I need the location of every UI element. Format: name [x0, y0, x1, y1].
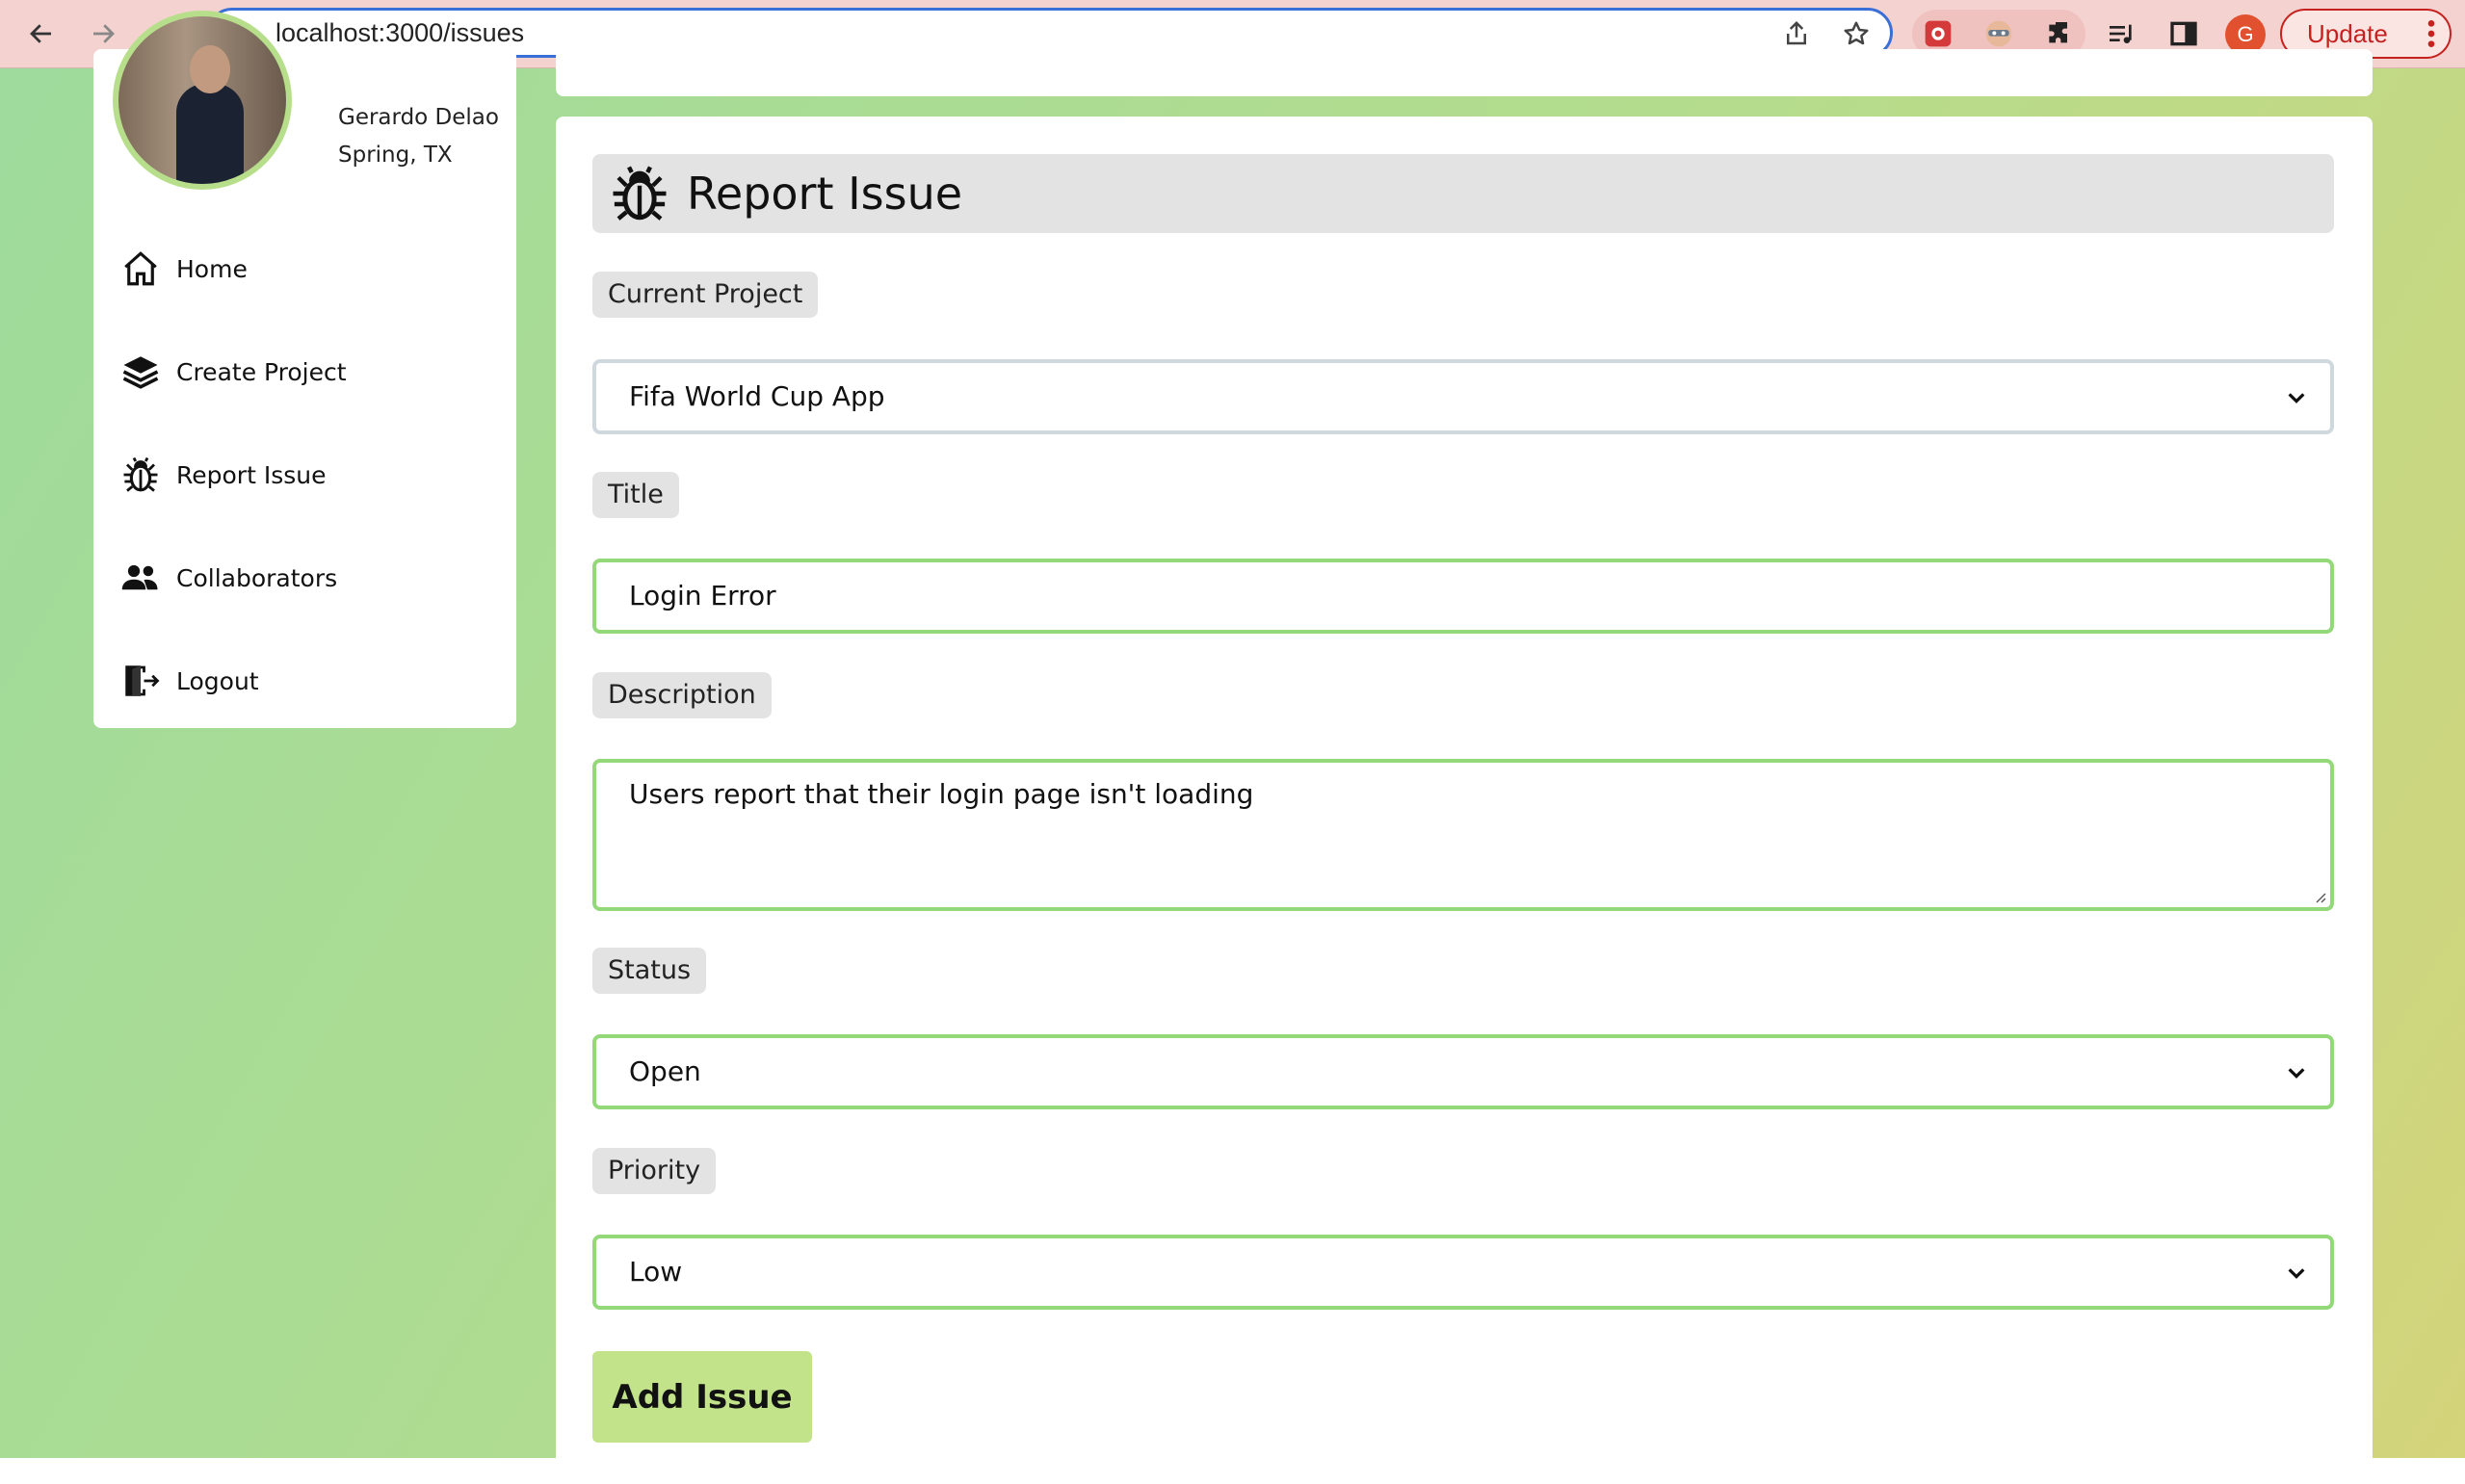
chevron-down-icon — [2288, 393, 2305, 404]
bug-icon — [613, 166, 667, 221]
people-icon — [121, 564, 158, 590]
sidebar-item-label: Home — [176, 254, 248, 283]
sidebar-item-label: Create Project — [176, 357, 347, 386]
status-select-value: Open — [629, 1055, 701, 1087]
sidebar-item-home[interactable]: Home — [120, 245, 248, 293]
report-issue-form: Report Issue Current Project Fifa World … — [556, 117, 2373, 1484]
chevron-down-icon — [2288, 1268, 2305, 1279]
kebab-menu-icon — [2427, 20, 2435, 47]
title-label: Title — [592, 472, 679, 518]
page-title: Report Issue — [687, 168, 963, 220]
sidebar-item-label: Collaborators — [176, 563, 338, 592]
profile-photo — [113, 11, 292, 190]
project-label: Current Project — [592, 272, 819, 318]
side-panel-icon[interactable] — [2167, 17, 2200, 50]
project-select[interactable]: Fifa World Cup App — [592, 359, 2334, 434]
extension-red-icon[interactable] — [1922, 17, 1954, 50]
title-input[interactable]: Login Error — [592, 559, 2334, 634]
forward-arrow-icon — [93, 24, 115, 43]
priority-select-value: Low — [629, 1256, 683, 1288]
status-label: Status — [592, 948, 707, 994]
sidebar-item-create-project[interactable]: Create Project — [120, 348, 347, 396]
extension-face-icon[interactable] — [1982, 17, 2015, 50]
priority-select[interactable]: Low — [592, 1235, 2334, 1310]
bookmark-star-icon[interactable] — [1842, 19, 1871, 48]
description-textarea-value: Users report that their login page isn't… — [629, 778, 1254, 810]
back-button[interactable] — [17, 10, 66, 58]
bug-icon — [123, 456, 158, 492]
previous-card — [556, 49, 2373, 96]
extensions-puzzle-icon[interactable] — [2043, 17, 2076, 50]
sidebar-item-logout[interactable]: Logout — [120, 657, 259, 705]
form-header: Report Issue — [592, 154, 2334, 233]
description-label: Description — [592, 672, 772, 718]
sidebar-item-label: Report Issue — [176, 460, 327, 489]
add-issue-button[interactable]: Add Issue — [592, 1351, 812, 1443]
priority-label: Priority — [592, 1148, 717, 1194]
profile-name: Gerardo Delao — [338, 105, 499, 130]
profile-location: Spring, TX — [338, 143, 453, 168]
update-label: Update — [2307, 18, 2388, 48]
sidebar-nav: Home Create Project Report Issue Collabo… — [93, 218, 516, 728]
logout-icon — [125, 665, 160, 696]
project-select-value: Fifa World Cup App — [629, 380, 885, 412]
status-select[interactable]: Open — [592, 1034, 2334, 1109]
chevron-down-icon — [2288, 1068, 2305, 1079]
home-icon — [124, 251, 157, 286]
title-input-value: Login Error — [629, 580, 776, 612]
sidebar-item-collaborators[interactable]: Collaborators — [120, 554, 337, 602]
sidebar-item-report-issue[interactable]: Report Issue — [120, 451, 326, 499]
share-icon[interactable] — [1782, 19, 1811, 48]
resize-grip-icon[interactable] — [2311, 888, 2326, 903]
description-textarea[interactable]: Users report that their login page isn't… — [592, 759, 2334, 911]
sidebar-item-label: Logout — [176, 666, 259, 695]
media-queue-icon[interactable] — [2105, 17, 2137, 50]
layers-icon — [122, 356, 159, 389]
back-arrow-icon — [30, 24, 51, 43]
page-background: Gerardo Delao Spring, TX Home Create Pro… — [0, 11, 2465, 1484]
